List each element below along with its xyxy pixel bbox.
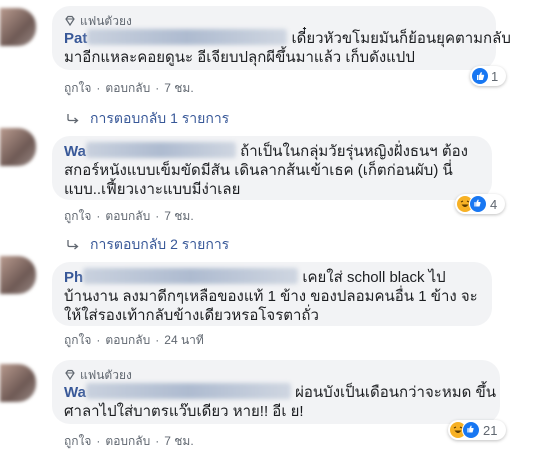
comment-text-line: ศาลาไปใส่บาตรแว๊บเดียว หาย!! อีเ ย! (64, 403, 304, 420)
comment-text-line: บ้านงาน ลงมาดีกๆเหลือของแท้ 1 ข้าง ของปล… (64, 288, 478, 305)
blurred-name (87, 29, 288, 45)
view-replies-link[interactable]: การตอบกลับ 2 รายการ (66, 236, 229, 254)
comment-text-line: เคยใส่ scholl black ไป (302, 269, 446, 286)
reply-link[interactable]: ตอบกลับ (105, 207, 150, 226)
like-link[interactable]: ถูกใจ (64, 432, 91, 451)
commenter-name[interactable]: Pat (64, 30, 87, 47)
reaction-count: 1 (491, 68, 499, 84)
avatar[interactable] (0, 8, 36, 46)
diamond-icon (65, 369, 75, 381)
comment-actions: ถูกใจ · ตอบกลับ · 24 นาที (64, 332, 204, 348)
reaction-summary[interactable]: 1 (470, 66, 506, 86)
reply-arrow-icon (67, 114, 79, 124)
comment-text-line: ให้ใส่รองเท้ากลับข้างเดียวหรอโจรตาถั่ว (64, 307, 319, 324)
fan-badge: แฟนตัวยง (64, 13, 484, 29)
commenter-name[interactable]: Ph (64, 269, 83, 286)
comment-text-line: ถ้าเป็นในกลุ่มวัยรุ่นหญิงฝั่งธนฯ ต้อง (240, 143, 468, 160)
blurred-name (83, 268, 299, 284)
like-link[interactable]: ถูกใจ (64, 207, 91, 226)
reply-link[interactable]: ตอบกลับ (105, 432, 150, 451)
comment-bubble: Ph เคยใส่ scholl black ไป บ้านงาน ลงมาดี… (52, 262, 492, 326)
comment-text-line: สกอร์หนังแบบเข็มขัดมีสัน เดินลากส้นเข้าเ… (64, 162, 453, 179)
timestamp[interactable]: 7 ชม. (164, 207, 193, 226)
reply-link[interactable]: ตอบกลับ (105, 331, 150, 350)
fan-badge-label: แฟนตัวยง (80, 13, 132, 28)
reaction-summary[interactable]: 4 (455, 194, 505, 214)
diamond-icon (65, 15, 75, 27)
reaction-count: 21 (483, 422, 498, 438)
comment-actions: ถูกใจ · ตอบกลับ · 7 ชม. (64, 80, 194, 96)
reply-link[interactable]: ตอบกลับ (105, 79, 150, 98)
like-link[interactable]: ถูกใจ (64, 79, 91, 98)
view-replies-link[interactable]: การตอบกลับ 1 รายการ (66, 110, 229, 128)
like-icon (462, 421, 480, 439)
timestamp[interactable]: 24 นาที (164, 331, 204, 350)
blurred-name (85, 142, 236, 158)
comment-actions: ถูกใจ · ตอบกลับ · 7 ชม. (64, 433, 194, 449)
reply-arrow-icon (67, 240, 79, 250)
comment-bubble: Wa ถ้าเป็นในกลุ่มวัยรุ่นหญิงฝั่งธนฯ ต้อง… (52, 136, 492, 200)
avatar[interactable] (0, 364, 36, 402)
comment-bubble: แฟนตัวยง Wa ผ่อนบังเป็นเดือนกว่าจะหมด ขึ… (52, 360, 500, 424)
fan-badge-label: แฟนตัวยง (80, 367, 132, 382)
reaction-count: 4 (490, 196, 498, 212)
commenter-name[interactable]: Wa (64, 384, 86, 401)
like-icon (472, 68, 488, 84)
comment-text-line: แบบ..เฟี้ยวเงาะแบบมีง่าเลย (64, 181, 241, 198)
fan-badge: แฟนตัวยง (64, 367, 488, 383)
like-link[interactable]: ถูกใจ (64, 331, 91, 350)
avatar[interactable] (0, 256, 36, 294)
comment-actions: ถูกใจ · ตอบกลับ · 7 ชม. (64, 208, 194, 224)
reaction-summary[interactable]: 21 (448, 420, 506, 440)
avatar[interactable] (0, 128, 36, 166)
commenter-name[interactable]: Wa (64, 143, 86, 160)
like-icon (469, 195, 487, 213)
timestamp[interactable]: 7 ชม. (164, 79, 193, 98)
timestamp[interactable]: 7 ชม. (164, 432, 193, 451)
comment-text-line: เดี๋ยวหัวขโมยมันก็ย้อนยุคตามกลับ (291, 30, 511, 47)
comment-bubble: แฟนตัวยง Pat เดี๋ยวหัวขโมยมันก็ย้อนยุคตา… (52, 6, 511, 70)
replies-count-label: การตอบกลับ 1 รายการ (90, 110, 230, 126)
replies-count-label: การตอบกลับ 2 รายการ (90, 236, 230, 252)
comment-text-line: มาอีกแหละคอยดูนะ อีเจียบปลุกผีขึ้นมาแล้ว… (64, 49, 415, 66)
blurred-name (85, 383, 291, 399)
comment-text-line: ผ่อนบังเป็นเดือนกว่าจะหมด ขึ้น (295, 384, 497, 401)
